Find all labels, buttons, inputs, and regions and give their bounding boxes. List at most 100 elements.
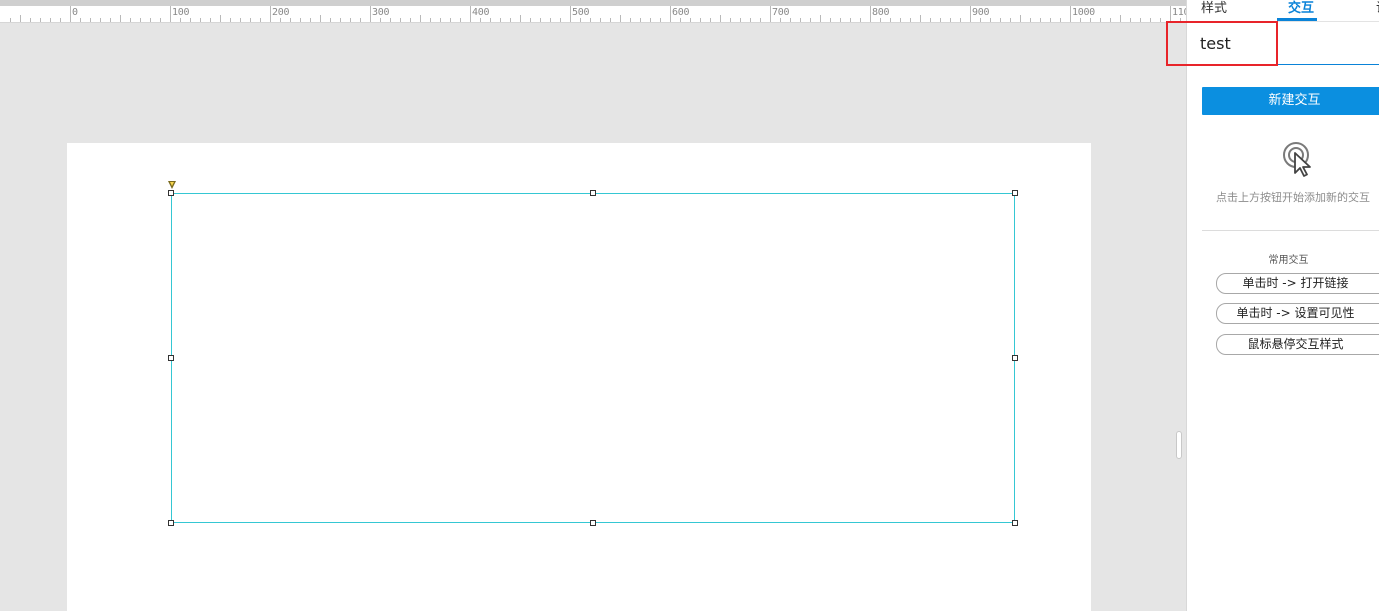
ruler-tick [480, 18, 481, 22]
ruler-tick [810, 18, 811, 22]
ruler-tick [800, 18, 801, 22]
cursor-click-icon [1283, 142, 1311, 177]
ruler-tick [630, 18, 631, 22]
ruler-tick [190, 18, 191, 22]
ruler-tick [890, 18, 891, 22]
ruler-tick [860, 18, 861, 22]
ruler-tick [1160, 18, 1161, 22]
ruler-tick [640, 18, 641, 22]
inspector-panel: 样式 交互 说 新建交互 点击上方按钮开始添加新的交互 常用交互 单击时 -> … [1186, 0, 1379, 611]
ruler-tick [1010, 18, 1011, 22]
common-interaction-label: 单击时 -> 设置可见性 [1236, 306, 1355, 320]
ruler-tick [1110, 18, 1111, 22]
common-interaction-open-link-button[interactable]: 单击时 -> 打开链接 [1216, 273, 1379, 294]
ruler-tick [870, 6, 871, 22]
common-interaction-set-visibility-button[interactable]: 单击时 -> 设置可见性 [1216, 303, 1379, 324]
ruler-tick [330, 18, 331, 22]
ruler-tick [760, 18, 761, 22]
resize-handle-middle-left[interactable] [168, 355, 174, 361]
ruler-tick [360, 18, 361, 22]
ruler-tick [950, 18, 951, 22]
ruler-tick [230, 18, 231, 22]
ruler-tick [920, 15, 921, 22]
ruler-tick [1170, 6, 1171, 22]
ruler-tick [880, 18, 881, 22]
ruler-tick [60, 18, 61, 22]
ruler-tick [1070, 6, 1071, 22]
ruler-tick [900, 18, 901, 22]
ruler-tick [290, 18, 291, 22]
ruler-label: 100 [172, 7, 190, 18]
resize-handle-bottom-middle[interactable] [590, 520, 596, 526]
ruler-tick [940, 18, 941, 22]
ruler-tick [40, 18, 41, 22]
resize-handle-middle-right[interactable] [1012, 355, 1018, 361]
common-interaction-label: 鼠标悬停交互样式 [1247, 337, 1344, 351]
ruler-tick [590, 18, 591, 22]
ruler-tick [850, 18, 851, 22]
ruler-tick [1020, 15, 1021, 22]
ruler-tick [840, 18, 841, 22]
tab-style[interactable]: 样式 [1201, 0, 1227, 16]
ruler-tick [610, 18, 611, 22]
ruler-label: 110 [1172, 7, 1186, 18]
ruler-tick [1090, 18, 1091, 22]
ruler-label: 400 [472, 7, 490, 18]
ruler-tick [310, 18, 311, 22]
ruler-tick [1140, 18, 1141, 22]
ruler-tick [350, 18, 351, 22]
ruler-tick [770, 6, 771, 22]
horizontal-ruler: 0 100 200 300 400 500 600 700 800 900 1000 110 [0, 0, 1186, 23]
tab-interaction[interactable]: 交互 [1288, 0, 1314, 16]
ruler-tick [670, 6, 671, 22]
ruler-tick [1060, 18, 1061, 22]
ruler-tick [740, 18, 741, 22]
resize-handle-bottom-left[interactable] [168, 520, 174, 526]
ruler-tick [680, 18, 681, 22]
ruler-top-strip [0, 0, 1186, 6]
common-interaction-hover-style-button[interactable]: 鼠标悬停交互样式 [1216, 334, 1379, 355]
ruler-tick [450, 18, 451, 22]
ruler-tick [400, 18, 401, 22]
ruler-tick [620, 15, 621, 22]
resize-handle-bottom-right[interactable] [1012, 520, 1018, 526]
ruler-tick [1030, 18, 1031, 22]
ruler-tick [140, 18, 141, 22]
ruler-tick [460, 18, 461, 22]
panel-splitter-handle[interactable] [1176, 431, 1182, 459]
ruler-tick [730, 18, 731, 22]
ruler-tick [1130, 18, 1131, 22]
ruler-tick [710, 18, 711, 22]
ruler-label: 1000 [1072, 7, 1095, 18]
ruler-tick [1000, 18, 1001, 22]
ruler-tick [260, 18, 261, 22]
anchor-pin-icon[interactable] [168, 181, 176, 189]
empty-state-hint: 点击上方按钮开始添加新的交互 [1216, 191, 1370, 204]
ruler-tick [160, 18, 161, 22]
ruler-tick [80, 18, 81, 22]
ruler-label: 0 [72, 7, 78, 18]
resize-handle-top-middle[interactable] [590, 190, 596, 196]
ruler-tick [980, 18, 981, 22]
ruler-tick [110, 18, 111, 22]
ruler-label: 900 [972, 7, 990, 18]
ruler-tick [1120, 15, 1121, 22]
ruler-tick [440, 18, 441, 22]
ruler-tick [210, 18, 211, 22]
resize-handle-top-left[interactable] [168, 190, 174, 196]
new-interaction-button[interactable]: 新建交互 [1202, 87, 1379, 115]
ruler-tick [100, 18, 101, 22]
ruler-tick [220, 15, 221, 22]
ruler-tick [540, 18, 541, 22]
ruler-tick [1050, 18, 1051, 22]
ruler-tick [420, 15, 421, 22]
resize-handle-top-right[interactable] [1012, 190, 1018, 196]
widget-name-input[interactable] [1187, 22, 1379, 65]
ruler-tick [720, 15, 721, 22]
ruler-tick [180, 18, 181, 22]
ruler-tick [470, 6, 471, 22]
ruler-tick [1040, 18, 1041, 22]
ruler-tick [70, 6, 71, 22]
ruler-tick [130, 18, 131, 22]
selected-rectangle[interactable] [171, 193, 1015, 523]
